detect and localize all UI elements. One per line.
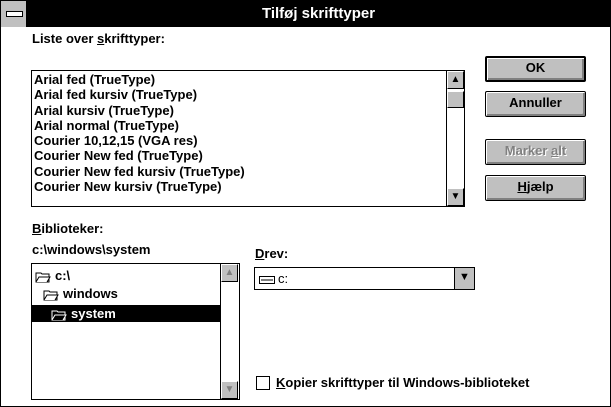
copy-to-windows-label[interactable]: Kopier skrifttyper til Windows-bibliotek… [276,375,529,390]
font-list[interactable]: Arial fed (TrueType) Arial fed kursiv (T… [31,70,465,207]
copy-to-windows-checkbox[interactable] [256,376,270,390]
font-list-item[interactable]: Arial fed (TrueType) [34,72,444,87]
dropdown-arrow-icon[interactable]: ▼ [454,268,474,289]
select-all-button[interactable]: Marker alt [485,139,586,165]
title-bar[interactable]: Tilføj skrifttyper [1,1,610,27]
directory-item-selected[interactable]: system [32,305,220,322]
font-list-item[interactable]: Arial fed kursiv (TrueType) [34,87,444,102]
directory-item[interactable]: windows [43,285,118,302]
current-path: c:\windows\system [32,242,151,257]
font-list-item[interactable]: Courier New fed (TrueType) [34,148,444,163]
font-list-item[interactable]: Arial kursiv (TrueType) [34,103,444,118]
add-fonts-dialog: Tilføj skrifttyper Liste over skrifttype… [0,0,611,407]
drive-select[interactable]: c: ▼ [254,267,475,290]
cancel-button[interactable]: Annuller [485,91,586,117]
drive-icon [259,275,275,284]
scroll-thumb[interactable] [447,91,464,108]
font-list-item[interactable]: Courier New kursiv (TrueType) [34,179,444,194]
scroll-down-arrow-icon[interactable]: ▼ [447,188,464,206]
folder-open-icon [43,290,59,301]
font-list-scrollbar[interactable]: ▲ ▼ [446,71,464,206]
directory-item[interactable]: c:\ [35,267,70,284]
font-list-label: Liste over skrifttyper: [32,31,165,46]
directory-list[interactable]: c:\ windows system ▲ ▼ [31,263,240,400]
drive-value: c: [278,271,289,286]
help-button[interactable]: Hjælp [485,175,586,201]
scroll-up-arrow-icon[interactable]: ▲ [221,264,238,282]
window-title: Tilføj skrifttyper [261,5,376,22]
drives-label: Drev: [255,246,289,261]
folder-open-icon [35,272,51,283]
folder-open-icon [51,310,67,321]
directories-label: Biblioteker: [32,221,104,236]
scroll-down-arrow-icon[interactable]: ▼ [221,381,238,399]
scroll-up-arrow-icon[interactable]: ▲ [447,71,464,89]
system-menu-icon[interactable] [1,1,27,27]
directory-scrollbar[interactable]: ▲ ▼ [220,264,239,399]
font-list-item[interactable]: Courier 10,12,15 (VGA res) [34,133,444,148]
font-list-item[interactable]: Courier New fed kursiv (TrueType) [34,164,444,179]
ok-button[interactable]: OK [485,56,586,82]
font-list-item[interactable]: Arial normal (TrueType) [34,118,444,133]
